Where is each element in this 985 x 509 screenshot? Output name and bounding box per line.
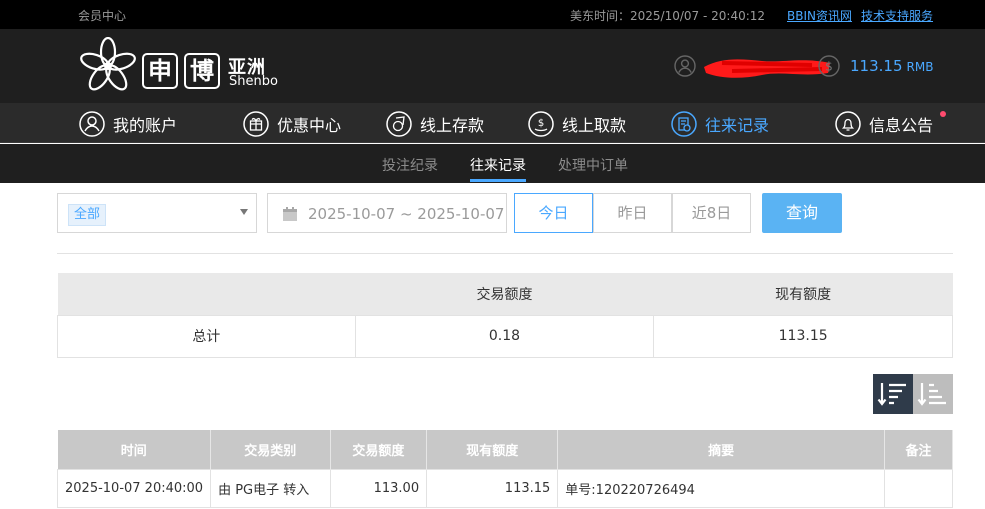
record-amount: 113.00 xyxy=(329,468,428,508)
nav-transaction-records[interactable]: 往来记录 xyxy=(671,110,769,138)
summary-cell: 113.15 xyxy=(653,314,953,358)
records-header-cell: 交易类别 xyxy=(210,430,331,469)
member-center-label[interactable]: 会员中心 xyxy=(78,7,126,24)
nav-label: 我的账户 xyxy=(113,116,178,135)
balance-display: 113.15 RMB xyxy=(850,57,933,75)
dollar-coin-icon: $ xyxy=(818,55,840,77)
bbin-news-link[interactable]: BBIN资讯网 xyxy=(787,7,852,24)
record-summary: 单号:120220726494 xyxy=(557,468,886,508)
withdraw-icon: $ xyxy=(528,111,554,137)
record-type: 由 PG电子 转入 xyxy=(210,468,331,508)
summary-cell: 0.18 xyxy=(354,314,655,358)
records-header-cell: 摘要 xyxy=(557,430,886,469)
time-value: 2025/10/07 - 20:40:12 xyxy=(630,9,766,23)
tech-support-link[interactable]: 技术支持服务 xyxy=(861,7,933,24)
chevron-down-icon xyxy=(240,209,248,215)
records-header-row: 时间 交易类别 交易额度 现有额度 摘要 备注 xyxy=(57,430,953,469)
records-header-cell: 交易额度 xyxy=(330,430,428,469)
notification-dot xyxy=(940,111,946,117)
bell-icon xyxy=(835,111,861,137)
tab-transaction-records[interactable]: 往来记录 xyxy=(470,155,526,182)
logo-char-box: 博 xyxy=(184,53,220,89)
calendar-icon xyxy=(283,207,297,221)
main-nav: 我的账户 优惠中心 线上存款 $ 线上取款 往来记录 信息公告 xyxy=(0,103,985,143)
nav-my-account[interactable]: 我的账户 xyxy=(79,110,177,138)
balance-currency: RMB xyxy=(906,60,934,74)
time-label: 美东时间： xyxy=(570,9,631,23)
quick-yesterday-button[interactable]: 昨日 xyxy=(593,193,672,233)
logo-char-box: 申 xyxy=(142,53,178,89)
summary-table: 交易额度 现有额度 总计 0.18 113.15 xyxy=(57,273,953,358)
summary-header-row: 交易额度 现有额度 xyxy=(57,273,953,315)
sort-asc-icon xyxy=(917,383,946,406)
summary-header-cell: 现有额度 xyxy=(653,273,953,315)
nav-label: 优惠中心 xyxy=(277,116,342,135)
summary-header-cell xyxy=(57,273,356,315)
nav-online-withdraw[interactable]: $ 线上取款 xyxy=(528,110,626,138)
logo-en-name: Shenbo xyxy=(229,74,278,89)
brand-header: 申 博 亚洲 Shenbo $ 113.15 RMB xyxy=(0,29,985,103)
records-table: 时间 交易类别 交易额度 现有额度 摘要 备注 2025-10-07 20:40… xyxy=(56,430,953,508)
sub-nav: 投注纪录 往来记录 处理中订单 xyxy=(0,144,985,183)
nav-label: 线上取款 xyxy=(562,116,627,135)
flower-logo-icon xyxy=(80,37,136,91)
user-icon xyxy=(79,111,105,137)
summary-total-row: 总计 0.18 113.15 xyxy=(57,314,953,358)
nav-label: 信息公告 xyxy=(869,116,934,135)
summary-header-cell: 交易额度 xyxy=(355,273,654,315)
record-time: 2025-10-07 20:40:00 xyxy=(56,468,212,508)
quick-today-button[interactable]: 今日 xyxy=(514,193,593,233)
nav-promotions[interactable]: 优惠中心 xyxy=(243,110,341,138)
nav-announcements[interactable]: 信息公告 xyxy=(835,110,933,138)
table-row: 2025-10-07 20:40:00 由 PG电子 转入 113.00 113… xyxy=(56,468,953,508)
gift-icon xyxy=(243,111,269,137)
eastern-time: 美东时间：2025/10/07 - 20:40:12 xyxy=(570,7,765,24)
sort-desc-icon xyxy=(877,383,906,406)
quick-last-8-days-button[interactable]: 近8日 xyxy=(672,193,751,233)
records-icon xyxy=(671,111,697,137)
date-range-input[interactable]: 2025-10-07 ~ 2025-10-07 xyxy=(267,193,507,233)
top-bar: 会员中心 美东时间：2025/10/07 - 20:40:12 BBIN资讯网 … xyxy=(0,0,985,29)
divider xyxy=(57,253,953,254)
tab-pending-orders[interactable]: 处理中订单 xyxy=(558,155,628,175)
nav-label: 往来记录 xyxy=(705,116,770,135)
svg-text:$: $ xyxy=(825,60,833,74)
query-button[interactable]: 查询 xyxy=(762,193,842,233)
records-header-cell: 备注 xyxy=(884,430,953,469)
nav-online-deposit[interactable]: 线上存款 xyxy=(386,110,484,138)
balance-value: 113.15 xyxy=(850,57,903,75)
selected-type-tag: 全部 xyxy=(68,204,107,226)
svg-text:$: $ xyxy=(538,118,544,129)
sort-descending-button[interactable] xyxy=(873,374,913,414)
deposit-icon xyxy=(386,111,412,137)
record-balance: 113.15 xyxy=(426,468,559,508)
sort-ascending-button[interactable] xyxy=(913,374,953,414)
tab-bet-records[interactable]: 投注纪录 xyxy=(382,155,438,175)
records-header-cell: 时间 xyxy=(57,430,212,469)
transaction-type-select[interactable]: 全部 xyxy=(57,193,257,233)
record-note xyxy=(884,468,953,508)
nav-label: 线上存款 xyxy=(420,116,485,135)
shenbo-logo[interactable]: 申 博 亚洲 Shenbo xyxy=(78,37,278,95)
user-circle-icon[interactable] xyxy=(674,55,696,77)
date-range-value: 2025-10-07 ~ 2025-10-07 xyxy=(308,205,505,223)
records-header-cell: 现有额度 xyxy=(426,430,559,469)
summary-cell: 总计 xyxy=(57,314,356,358)
redacted-username xyxy=(704,59,830,78)
